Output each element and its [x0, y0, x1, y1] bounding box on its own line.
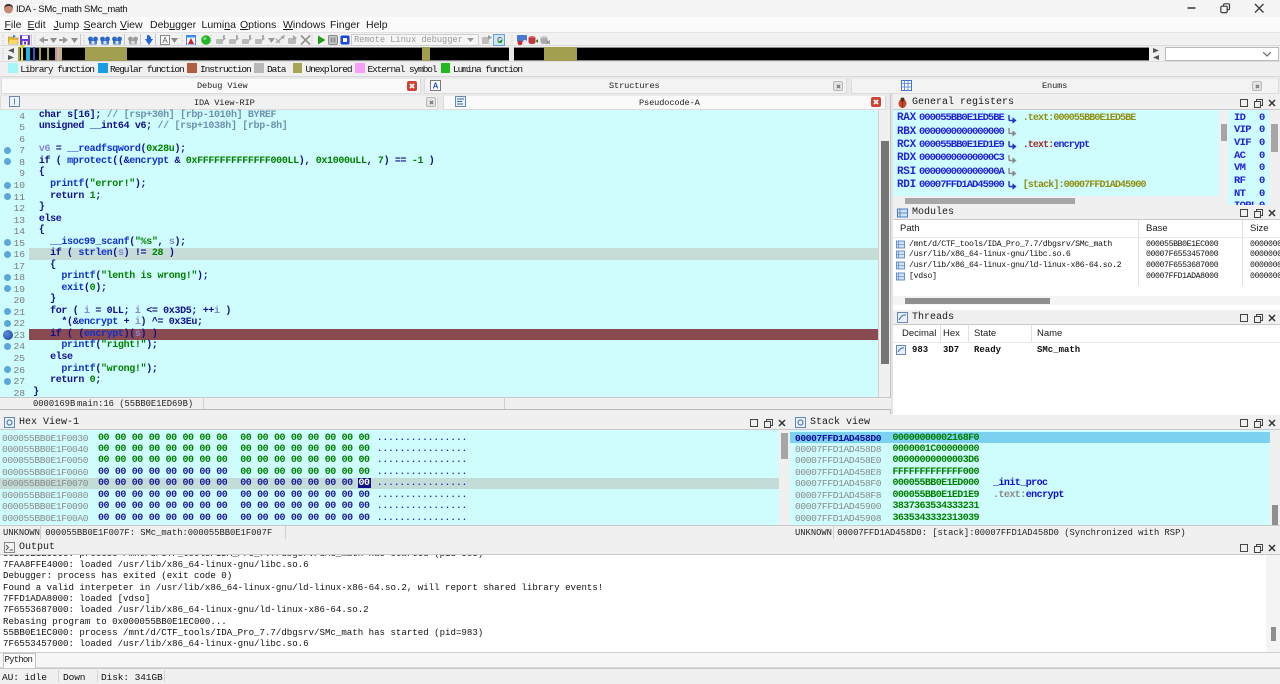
- svg-text:A: A: [162, 36, 168, 45]
- svg-text:I: I: [13, 98, 15, 107]
- svg-text:A: A: [433, 82, 439, 91]
